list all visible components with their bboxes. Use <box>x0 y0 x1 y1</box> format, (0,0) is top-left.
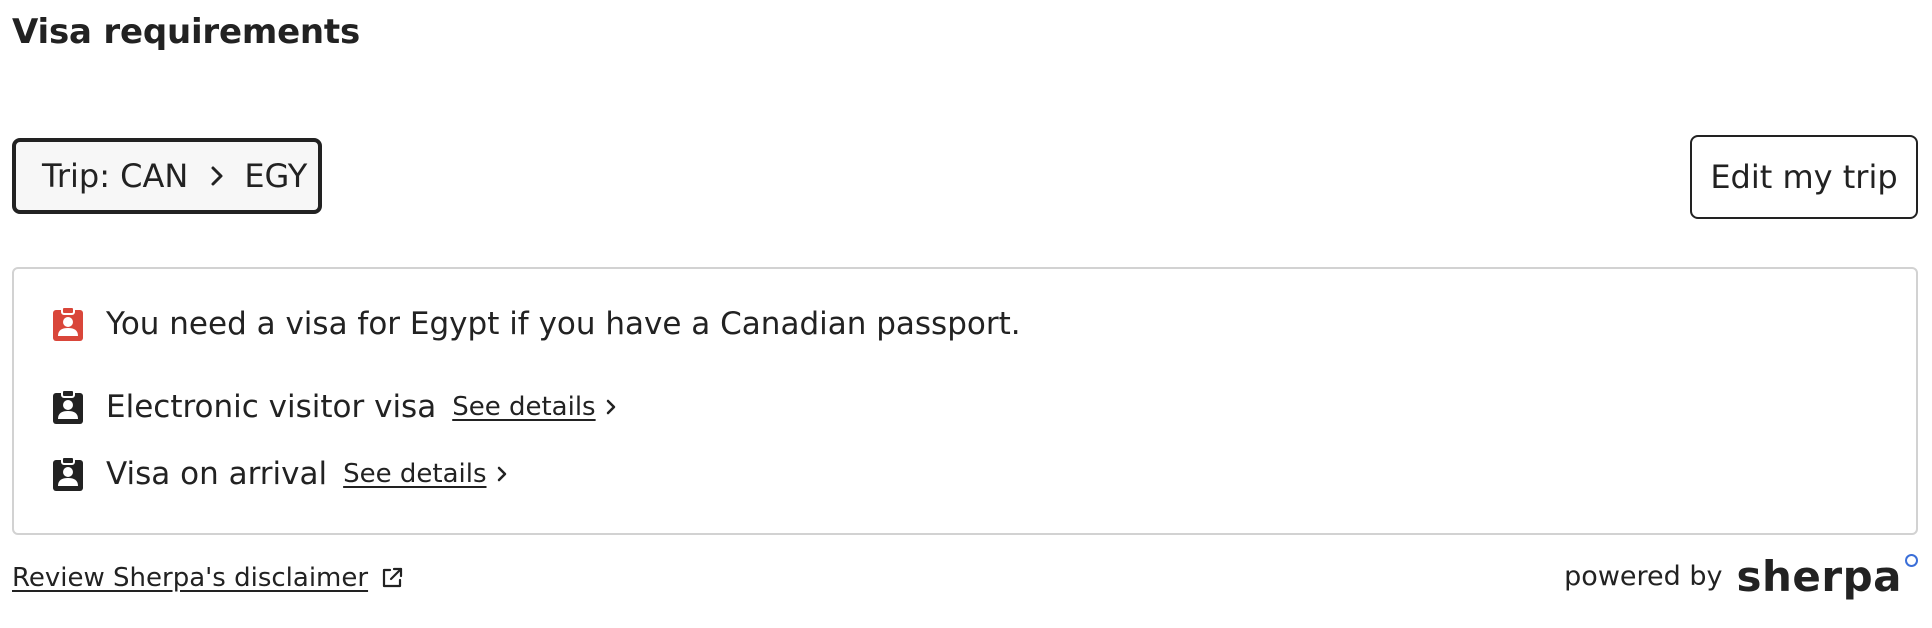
id-badge-icon <box>52 389 84 425</box>
edit-trip-button[interactable]: Edit my trip <box>1690 135 1918 219</box>
visa-option-row: Visa on arrival See details <box>52 456 507 492</box>
see-details-link[interactable]: See details <box>452 392 615 422</box>
page-title: Visa requirements <box>12 12 361 52</box>
see-details-link[interactable]: See details <box>343 459 506 489</box>
see-details-label[interactable]: See details <box>343 459 486 489</box>
trip-origin-label: Trip: CAN <box>42 157 189 195</box>
powered-by: powered by sherpa <box>1564 554 1918 598</box>
disclaimer-label[interactable]: Review Sherpa's disclaimer <box>12 563 368 593</box>
id-badge-icon <box>52 306 84 342</box>
chevron-right-icon <box>497 466 507 482</box>
powered-by-label: powered by <box>1564 561 1723 592</box>
chevron-right-icon <box>606 399 616 415</box>
sherpa-logo-text: sherpa <box>1736 552 1902 601</box>
see-details-label[interactable]: See details <box>452 392 595 422</box>
disclaimer-link[interactable]: Review Sherpa's disclaimer <box>12 563 404 593</box>
sherpa-logo: sherpa <box>1736 554 1918 598</box>
chevron-right-icon <box>210 165 224 187</box>
visa-requirements-card: You need a visa for Egypt if you have a … <box>12 267 1918 535</box>
trip-summary: Trip: CAN EGY <box>12 138 322 214</box>
visa-option-row: Electronic visitor visa See details <box>52 389 616 425</box>
brand-dot-icon <box>1905 554 1918 567</box>
visa-summary: You need a visa for Egypt if you have a … <box>52 306 1021 342</box>
trip-destination-label: EGY <box>244 157 308 195</box>
visa-summary-text: You need a visa for Egypt if you have a … <box>106 306 1021 342</box>
id-badge-icon <box>52 456 84 492</box>
external-link-icon <box>380 566 404 590</box>
visa-option-label: Electronic visitor visa <box>106 389 437 425</box>
visa-option-label: Visa on arrival <box>106 456 328 492</box>
